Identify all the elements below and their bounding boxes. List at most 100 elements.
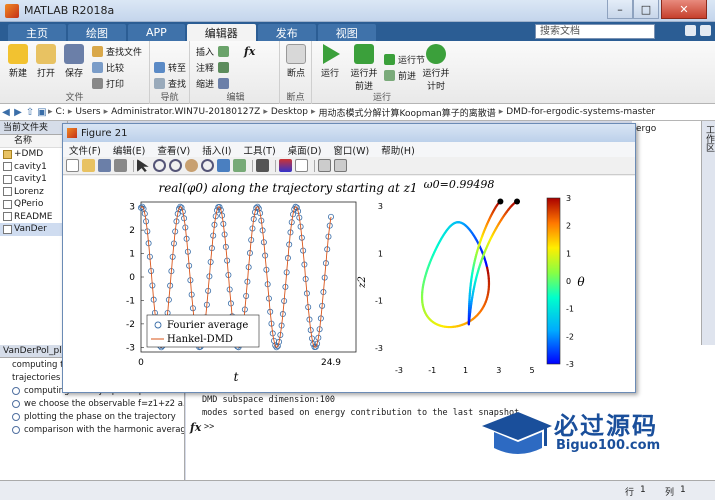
run-button[interactable]: 运行 [316,44,344,79]
colorbar-icon[interactable] [279,159,292,172]
right-x-tick-label: 5 [529,366,534,375]
figure-toolbar [63,157,635,175]
new-figure-icon[interactable] [66,159,79,172]
search-docs-input[interactable]: 搜索文档 [535,24,655,39]
advance-button[interactable]: 前进 [384,69,416,82]
list-item[interactable]: we choose the observable f=z1+z2 a... [0,397,184,410]
name-column-header[interactable]: 名称 [0,135,67,148]
file-item[interactable]: QPerio [0,198,67,211]
menu-desktop[interactable]: 桌面(D) [282,143,328,157]
file-item[interactable]: README [0,211,67,224]
run-advance-button[interactable]: 运行并 前进 [348,44,380,92]
zoom-out-icon[interactable] [169,159,182,172]
pointer-icon[interactable] [137,159,149,172]
hide-plot-tools-icon[interactable] [318,159,331,172]
compare-button[interactable]: 比较 [92,61,124,74]
file-item-selected[interactable]: VanDer [0,223,67,236]
zoom-in-icon[interactable] [153,159,166,172]
list-item[interactable]: plotting the phase on the trajectory [0,410,184,423]
breadcrumb-admin[interactable]: Administrator.WIN7U-20180127Z [108,107,263,117]
file-item[interactable]: cavity1 [0,173,67,186]
save-button[interactable]: 保存 [60,44,88,79]
file-item[interactable]: Lorenz [0,186,67,199]
file-item[interactable]: cavity1 [0,161,67,174]
section-icon [12,425,20,434]
breadcrumb-drive[interactable]: C: [53,107,68,117]
breadcrumb-dmd-master[interactable]: DMD-for-ergodic-systems-master [503,107,658,117]
colorbar [546,197,561,365]
up-folder-icon[interactable]: ⇧ [24,107,36,118]
menu-view[interactable]: 查看(V) [151,143,196,157]
help-icon[interactable] [685,25,696,36]
menu-edit[interactable]: 编辑(E) [107,143,151,157]
list-item[interactable]: comparison with the harmonic average [0,423,184,436]
link-plot-icon[interactable] [256,159,269,172]
print-button[interactable]: 打印 [92,77,124,90]
show-plot-tools-icon[interactable] [334,159,347,172]
run-timer-icon [426,44,446,64]
tab-view[interactable]: 视图 [317,24,376,41]
menu-tools[interactable]: 工具(T) [237,143,281,157]
find-files-button[interactable]: 查找文件 [92,45,142,58]
indent-button[interactable]: 缩进 [196,77,232,90]
menu-file[interactable]: 文件(F) [63,143,107,157]
start-point [497,198,504,205]
indent-icon [218,78,230,89]
dropdown-icon[interactable] [700,25,711,36]
colorbar-tick-label: 1 [566,249,571,258]
forward-arrow-icon[interactable]: ▶ [12,107,24,118]
breadcrumb-desktop[interactable]: Desktop [268,107,311,117]
right-axes-box [389,192,532,362]
rotate-3d-icon[interactable] [201,159,214,172]
goto-button[interactable]: 转至 [154,61,186,74]
section-icon [12,399,20,408]
legend-icon[interactable] [295,159,308,172]
save-figure-icon[interactable] [98,159,111,172]
comment-button[interactable]: 注释 [196,61,232,74]
run-section-button[interactable]: 运行节 [384,53,425,66]
minimize-button[interactable]: – [607,0,633,19]
figure-window[interactable]: Figure 21 文件(F) 编辑(E) 查看(V) 插入(I) 工具(T) … [62,123,636,393]
right-x-tick-label: -1 [428,366,436,375]
tab-plots[interactable]: 绘图 [68,24,126,41]
close-button[interactable]: ✕ [661,0,707,19]
status-bar: 行 1 列 1 [0,480,715,500]
open-button[interactable]: 打开 [32,44,60,79]
pan-hand-icon[interactable] [185,159,198,172]
left-legend: Fourier average Hankel-DMD [146,314,260,348]
run-time-button[interactable]: 运行并 计时 [420,44,452,92]
browse-folder-icon[interactable]: ▣ [36,107,48,118]
tab-apps[interactable]: APP [128,24,185,41]
tab-home[interactable]: 主页 [8,24,66,41]
open-folder-icon [36,44,56,64]
figure-title-bar[interactable]: Figure 21 [63,124,635,142]
menu-help[interactable]: 帮助(H) [375,143,421,157]
brush-icon[interactable] [233,159,246,172]
insert-button[interactable]: 插入 [196,45,232,58]
address-bar[interactable]: ◀ ▶ ⇧ ▣ ▸ C: ▸ Users ▸ Administrator.WIN7U… [0,104,715,121]
left-y-tick-label: 3 [129,203,135,213]
find-button[interactable]: 查找 [154,77,186,90]
breakpoints-button[interactable]: 断点 [282,44,310,79]
compare-icon [92,62,103,73]
fx-icon[interactable]: fx [244,45,255,58]
tab-editor[interactable]: 编辑器 [186,24,256,41]
command-prompt[interactable]: >> [204,422,214,432]
breadcrumb-users[interactable]: Users [72,107,103,117]
run-group: 运行 运行并 前进 运行节 前进 运行并 计时 运行 [312,41,452,104]
back-arrow-icon[interactable]: ◀ [0,107,12,118]
data-cursor-icon[interactable] [217,159,230,172]
file-item[interactable]: +DMD [0,148,67,161]
workspace-side-tab[interactable]: 工作区 [701,121,715,345]
maximize-button[interactable]: □ [633,0,659,19]
breadcrumb-koopman[interactable]: 用动态模式分解计算Koopman算子的离散谱 [316,106,499,119]
print-figure-icon[interactable] [114,159,127,172]
tab-publish[interactable]: 发布 [257,24,316,41]
new-button[interactable]: 新建 [4,44,32,79]
menu-window[interactable]: 窗口(W) [327,143,375,157]
command-output-line: modes sorted based on energy contributio… [202,408,520,418]
menu-insert[interactable]: 插入(I) [196,143,237,157]
row-value: 1 [640,485,646,495]
right-y-tick-label: -3 [375,344,383,353]
open-file-icon[interactable] [82,159,95,172]
